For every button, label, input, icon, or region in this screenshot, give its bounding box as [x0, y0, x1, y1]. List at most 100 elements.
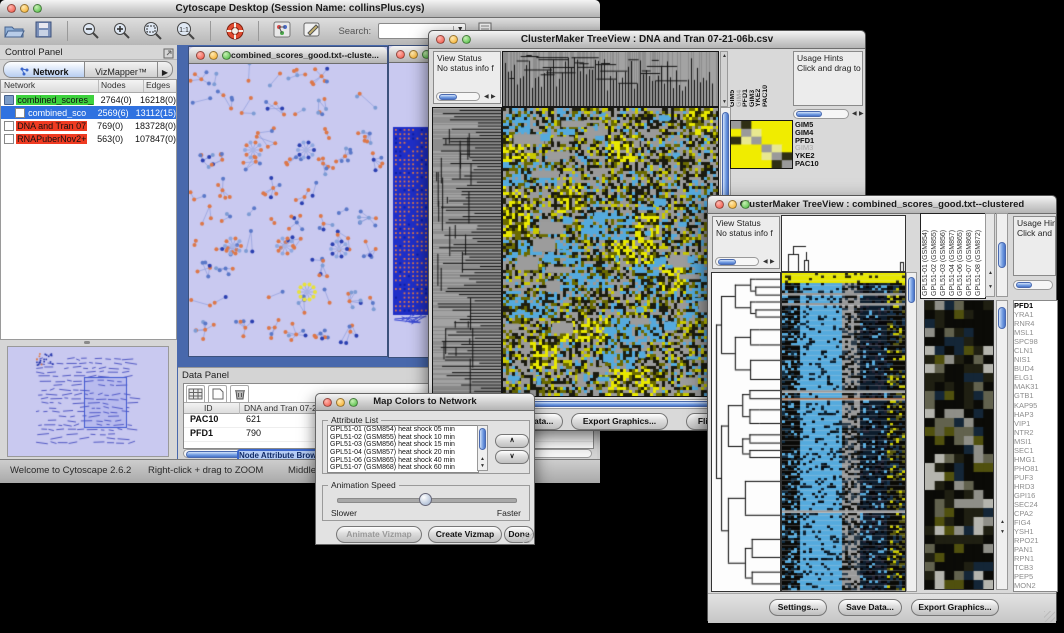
- tv2-heatmap[interactable]: [781, 272, 906, 592]
- minimize-button[interactable]: [728, 200, 737, 209]
- tv2-gene-label[interactable]: CLN1: [1014, 346, 1057, 355]
- scroll-left-icon[interactable]: ◀: [484, 94, 489, 100]
- scroll-up-icon[interactable]: ▲: [988, 270, 993, 276]
- tv2-gene-label[interactable]: KAP95: [1014, 401, 1057, 410]
- tv1-export-graphics-button[interactable]: Export Graphics...: [571, 413, 668, 430]
- treeview2-titlebar[interactable]: ClusterMaker TreeView : combined_scores_…: [708, 196, 1056, 214]
- scrollbar-thumb[interactable]: [796, 111, 822, 117]
- tv2-gene-label[interactable]: RNR4: [1014, 319, 1057, 328]
- scroll-right-icon[interactable]: ▶: [770, 259, 775, 265]
- tv1-column-label[interactable]: GIM5: [730, 51, 737, 107]
- close-button[interactable]: [715, 200, 724, 209]
- column-header-id[interactable]: ID: [204, 403, 213, 413]
- zoom-button[interactable]: [222, 51, 231, 60]
- tv1-column-label[interactable]: PFD1: [743, 51, 750, 107]
- minimize-button[interactable]: [336, 398, 345, 407]
- attribute-list-item[interactable]: GPL51-06 (GSM865) heat shock 40 min: [328, 457, 478, 465]
- tv1-column-dendrogram[interactable]: [502, 51, 719, 107]
- tv2-summary-vscrollbar[interactable]: ▲ ▼: [996, 300, 1008, 590]
- zoom-button[interactable]: [462, 35, 471, 44]
- dialog-titlebar[interactable]: Map Colors to Network: [316, 394, 534, 411]
- tv1-column-label[interactable]: YKE2: [756, 51, 763, 107]
- scroll-up-icon[interactable]: ▲: [480, 456, 485, 462]
- minimize-button[interactable]: [449, 35, 458, 44]
- tv2-gene-label[interactable]: HMG1: [1014, 455, 1057, 464]
- help-lifering-icon[interactable]: [225, 21, 245, 46]
- tv1-usage-scrollbar[interactable]: [793, 109, 849, 119]
- tv2-gene-label[interactable]: GPI16: [1014, 491, 1057, 500]
- tv2-heatmap-vscrollbar[interactable]: [906, 272, 917, 592]
- tv1-summary-heatmap[interactable]: [730, 120, 793, 169]
- column-header-nodes[interactable]: Nodes: [99, 80, 144, 92]
- tv2-gene-label[interactable]: NTR2: [1014, 428, 1057, 437]
- tv2-labels-arrow-strip[interactable]: ▲ ▼: [985, 213, 995, 297]
- scrollbar-thumb[interactable]: [503, 401, 717, 407]
- tv2-column-label[interactable]: GPL51-03 (GSM856): [940, 215, 949, 296]
- close-button[interactable]: [323, 398, 332, 407]
- scroll-down-icon[interactable]: ▼: [480, 463, 485, 469]
- view-status-scrollbar[interactable]: [715, 257, 759, 266]
- annotation-icon[interactable]: [303, 21, 323, 44]
- tv2-gene-label[interactable]: ELG1: [1014, 373, 1057, 382]
- scrollbar-thumb[interactable]: [998, 307, 1006, 329]
- tv2-gene-label[interactable]: VIP1: [1014, 419, 1057, 428]
- zoom-selected-icon[interactable]: [142, 21, 164, 46]
- tv1-row-label[interactable]: PAC10: [795, 160, 835, 168]
- tab-vizmapper[interactable]: VizMapper™: [84, 61, 158, 78]
- attribute-list-vscrollbar[interactable]: ▲ ▼: [477, 425, 488, 471]
- open-session-icon[interactable]: [3, 21, 25, 44]
- birds-eye-view[interactable]: [7, 346, 169, 457]
- create-vizmap-button[interactable]: Create Vizmap: [428, 526, 502, 543]
- tv2-gene-label[interactable]: YSH1: [1014, 527, 1057, 536]
- minimize-button[interactable]: [409, 50, 418, 59]
- zoom-out-icon[interactable]: [81, 21, 101, 46]
- move-down-button[interactable]: ∨: [495, 450, 529, 464]
- tv2-gene-label[interactable]: CPA2: [1014, 509, 1057, 518]
- tv2-gene-label[interactable]: PFD1: [1014, 301, 1057, 310]
- panel-divider-handle[interactable]: [84, 341, 90, 344]
- column-header-edges[interactable]: Edges: [144, 80, 176, 92]
- scrollbar-thumb[interactable]: [479, 428, 486, 450]
- tv2-export-graphics-button[interactable]: Export Graphics...: [911, 599, 999, 616]
- tv2-gene-label[interactable]: GTB1: [1014, 391, 1057, 400]
- tv2-gene-label[interactable]: FIG4: [1014, 518, 1057, 527]
- animate-vizmap-button[interactable]: Animate Vizmap: [336, 526, 422, 543]
- tv2-gene-label[interactable]: SEC1: [1014, 446, 1057, 455]
- tv2-column-label[interactable]: GPL51-07 (GSM868): [966, 215, 975, 296]
- scroll-up-icon[interactable]: ▲: [722, 53, 727, 59]
- scrollbar-thumb[interactable]: [1016, 282, 1032, 288]
- zoom-button[interactable]: [33, 4, 42, 13]
- move-up-button[interactable]: ∧: [495, 434, 529, 448]
- attribute-list-item[interactable]: GPL51-02 (GSM855) heat shock 10 min: [328, 434, 478, 442]
- tv1-mini-vscroll[interactable]: ▲ ▼: [720, 51, 728, 107]
- zoom-button[interactable]: [349, 398, 358, 407]
- attribute-list-item[interactable]: GPL51-03 (GSM856) heat shock 15 min: [328, 441, 478, 449]
- clustered-network-view[interactable]: [189, 64, 387, 356]
- scrollbar-thumb[interactable]: [439, 94, 457, 100]
- tv2-gene-label[interactable]: TCB3: [1014, 563, 1057, 572]
- main-titlebar[interactable]: Cytoscape Desktop (Session Name: collins…: [0, 0, 600, 18]
- scroll-right-icon[interactable]: ▶: [859, 111, 864, 117]
- tv2-gene-label[interactable]: YRA1: [1014, 310, 1057, 319]
- close-button[interactable]: [396, 50, 405, 59]
- tv2-gene-label[interactable]: MSI1: [1014, 437, 1057, 446]
- zoom-fit-icon[interactable]: 1:1: [175, 21, 197, 46]
- tv1-row-dendrogram[interactable]: [432, 107, 502, 397]
- view-status-scrollbar[interactable]: [436, 92, 480, 101]
- tv2-row-dendrogram[interactable]: [711, 272, 781, 592]
- close-button[interactable]: [436, 35, 445, 44]
- resize-grip[interactable]: [1044, 611, 1055, 622]
- attribute-list-item[interactable]: GPL51-01 (GSM854) heat shock 05 min: [328, 426, 478, 434]
- save-session-icon[interactable]: [35, 21, 53, 44]
- tv2-gene-label[interactable]: RPN1: [1014, 554, 1057, 563]
- scrollbar-thumb[interactable]: [998, 242, 1006, 268]
- tv2-column-label[interactable]: GPL51-01 (GSM854): [922, 215, 931, 296]
- tv2-column-dendrogram[interactable]: [781, 215, 906, 272]
- network-table-row[interactable]: RNAPuberNov2+563(0)107847(0): [1, 132, 176, 145]
- attribute-list-item[interactable]: GPL51-07 (GSM868) heat shock 60 min: [328, 464, 478, 472]
- close-button[interactable]: [7, 4, 16, 13]
- tv2-usage-scrollbar[interactable]: [1013, 280, 1053, 290]
- tv2-gene-label[interactable]: NIS1: [1014, 355, 1057, 364]
- tv2-gene-label[interactable]: PHO81: [1014, 464, 1057, 473]
- network-window-1-titlebar[interactable]: combined_scores_good.txt--cluste...: [189, 47, 387, 64]
